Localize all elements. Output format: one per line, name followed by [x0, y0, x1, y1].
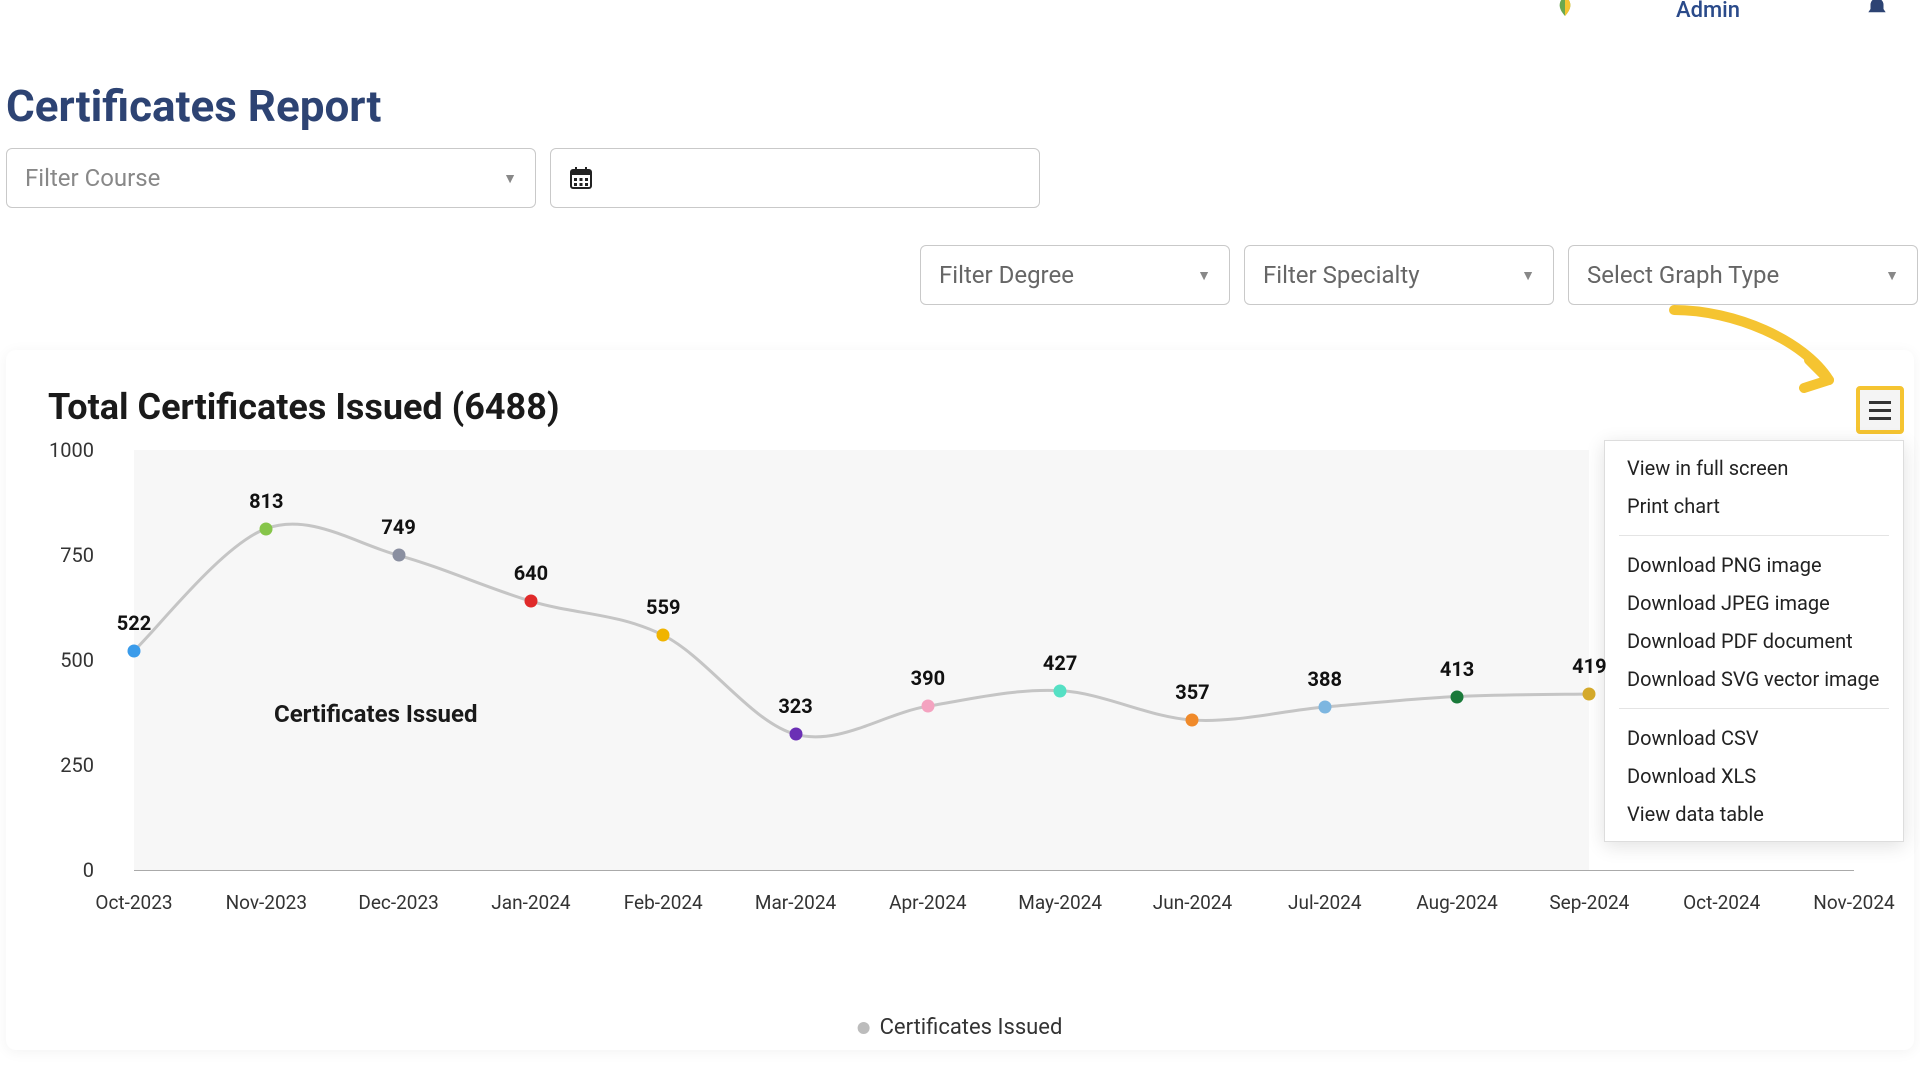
data-label: 749 [381, 515, 415, 539]
data-label: 427 [1043, 651, 1077, 675]
page-title: Certificates Report [6, 80, 381, 132]
data-label: 559 [646, 595, 680, 619]
data-label: 522 [117, 611, 151, 635]
graph-type-select[interactable]: Select Graph Type ▼ [1568, 245, 1918, 305]
data-point[interactable] [260, 522, 273, 535]
data-point[interactable] [1186, 714, 1199, 727]
data-point[interactable] [1451, 690, 1464, 703]
data-point[interactable] [921, 700, 934, 713]
graph-type-placeholder: Select Graph Type [1587, 261, 1779, 289]
logo-leaf-icon [1550, 0, 1580, 24]
data-label: 357 [1175, 680, 1209, 704]
filter-degree-placeholder: Filter Degree [939, 261, 1074, 289]
chart-card: Total Certificates Issued (6488) View in… [6, 350, 1914, 1050]
data-point[interactable] [1318, 701, 1331, 714]
chevron-down-icon: ▼ [1521, 267, 1535, 284]
chevron-down-icon: ▼ [1885, 267, 1899, 284]
calendar-icon [569, 166, 593, 190]
data-label: 388 [1308, 667, 1342, 691]
data-point[interactable] [789, 728, 802, 741]
filters-row-1: Filter Course ▼ [6, 148, 1040, 208]
chevron-down-icon: ▼ [1197, 267, 1211, 284]
chart-line [54, 440, 1874, 980]
data-point[interactable] [1583, 688, 1596, 701]
data-label: 390 [911, 666, 945, 690]
chart-plot-area: Certificates Issued 02505007501000Oct-20… [54, 440, 1874, 980]
filter-date-input[interactable] [550, 148, 1040, 208]
filters-row-2: Filter Degree ▼ Filter Specialty ▼ Selec… [920, 245, 1918, 305]
data-point[interactable] [657, 629, 670, 642]
chart-title: Total Certificates Issued (6488) [48, 386, 560, 428]
data-label: 413 [1440, 657, 1474, 681]
legend-label: Certificates Issued [880, 1015, 1063, 1040]
filter-specialty-placeholder: Filter Specialty [1263, 261, 1420, 289]
data-point[interactable] [524, 595, 537, 608]
admin-link[interactable]: Admin [1676, 0, 1740, 23]
filter-course-select[interactable]: Filter Course ▼ [6, 148, 536, 208]
data-point[interactable] [128, 644, 141, 657]
chart-menu-button[interactable] [1856, 386, 1904, 434]
legend-marker-icon [858, 1022, 870, 1034]
bell-icon[interactable] [1864, 0, 1890, 22]
data-label: 419 [1572, 654, 1606, 678]
filter-course-placeholder: Filter Course [25, 164, 160, 192]
data-label: 813 [249, 489, 283, 513]
data-label: 640 [514, 561, 548, 585]
data-point[interactable] [392, 549, 405, 562]
chevron-down-icon: ▼ [503, 170, 517, 187]
data-label: 323 [778, 694, 812, 718]
chart-legend[interactable]: Certificates Issued [858, 1015, 1063, 1040]
filter-specialty-select[interactable]: Filter Specialty ▼ [1244, 245, 1554, 305]
filter-degree-select[interactable]: Filter Degree ▼ [920, 245, 1230, 305]
arrow-annotation-icon [1654, 300, 1854, 420]
data-point[interactable] [1054, 684, 1067, 697]
